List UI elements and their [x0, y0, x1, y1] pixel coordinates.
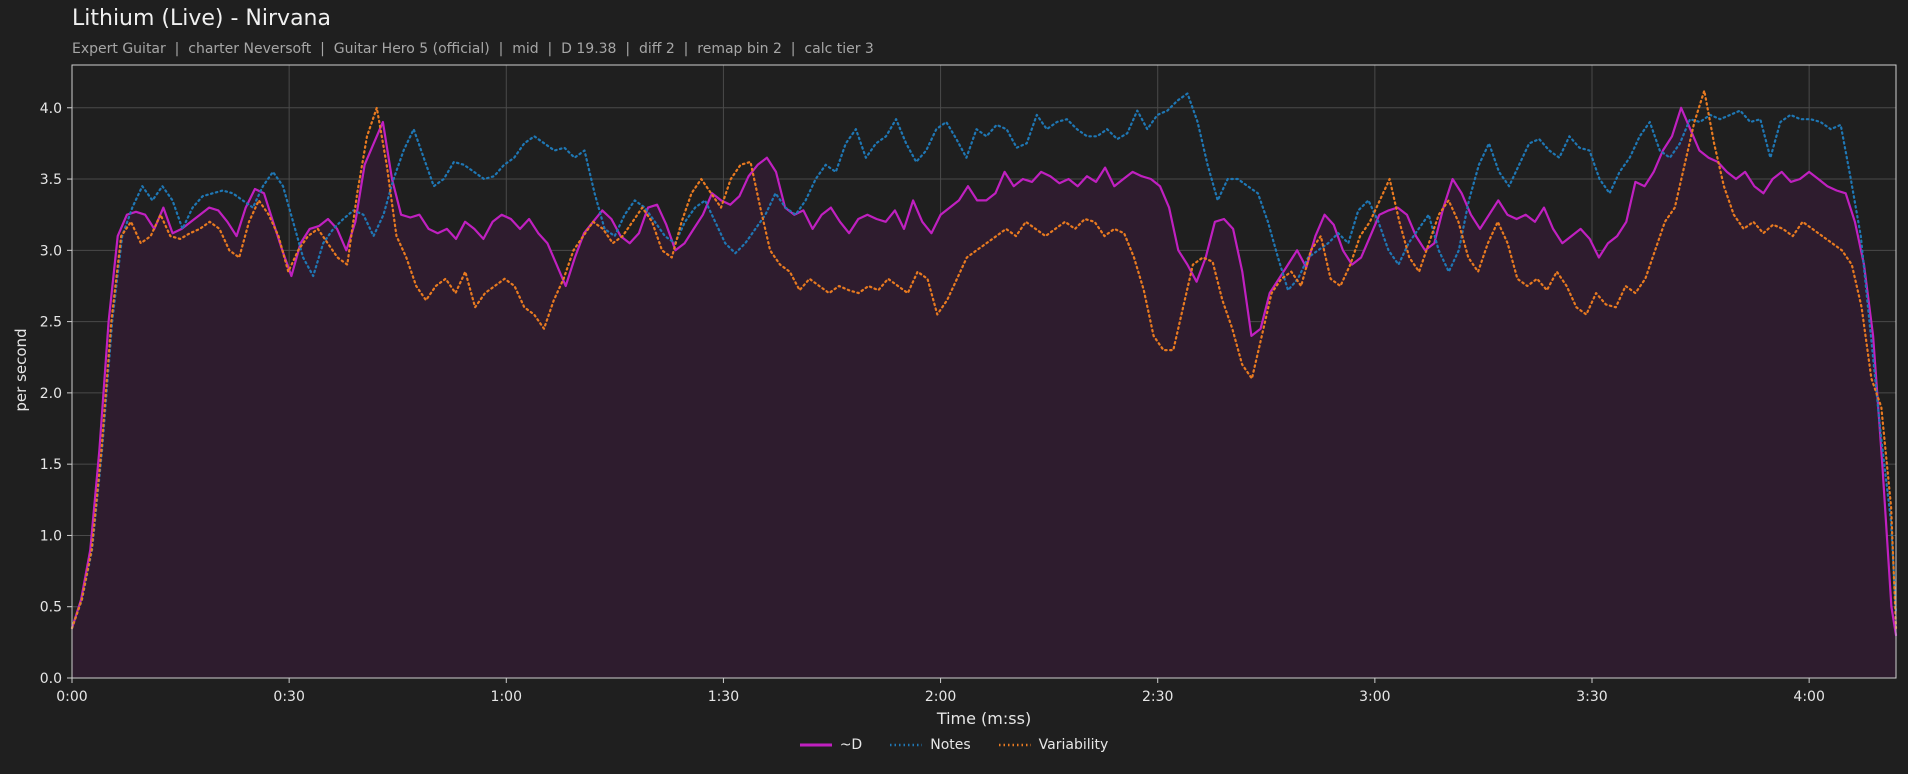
y-tick-label: 3.0	[40, 243, 62, 259]
legend-item-d: ~D	[799, 737, 863, 753]
legend-swatch-d	[799, 743, 832, 747]
y-tick-label: 3.5	[40, 172, 62, 188]
legend-label-d: ~D	[839, 737, 863, 753]
legend-item-variability: Variability	[998, 737, 1109, 753]
legend-swatch-notes	[890, 743, 923, 747]
y-tick-label: 0.5	[40, 600, 62, 616]
x-tick-label: 3:30	[1576, 689, 1607, 705]
legend-item-notes: Notes	[890, 737, 971, 753]
x-tick-label: 4:00	[1793, 689, 1824, 705]
chart-svg: 0:00 0:30 1:00 1:30 2:00 2:30 3:00 3:30 4:00 0.0 0…	[12, 64, 1898, 728]
x-axis-label: Time (m:ss)	[936, 709, 1031, 728]
y-tick-label: 2.5	[40, 315, 62, 331]
x-tick-label: 1:30	[708, 689, 739, 705]
x-tick-label: 2:00	[925, 689, 956, 705]
legend: ~D Notes Variability	[0, 737, 1908, 753]
y-tick-label: 4.0	[40, 101, 62, 117]
legend-label-variability: Variability	[1038, 737, 1109, 753]
x-tick-label: 2:30	[1142, 689, 1173, 705]
x-tick-label: 0:30	[273, 689, 304, 705]
y-tick-label: 0.0	[40, 671, 62, 687]
y-axis-label: per second	[12, 328, 30, 411]
x-tick-label: 3:00	[1359, 689, 1390, 705]
x-tick-label: 1:00	[491, 689, 522, 705]
x-tick-label: 0:00	[56, 689, 87, 705]
y-tick-label: 1.5	[40, 457, 62, 473]
y-tick-label: 2.0	[40, 386, 62, 402]
legend-label-notes: Notes	[930, 737, 971, 753]
y-tick-label: 1.0	[40, 528, 62, 544]
legend-swatch-variability	[998, 743, 1031, 747]
